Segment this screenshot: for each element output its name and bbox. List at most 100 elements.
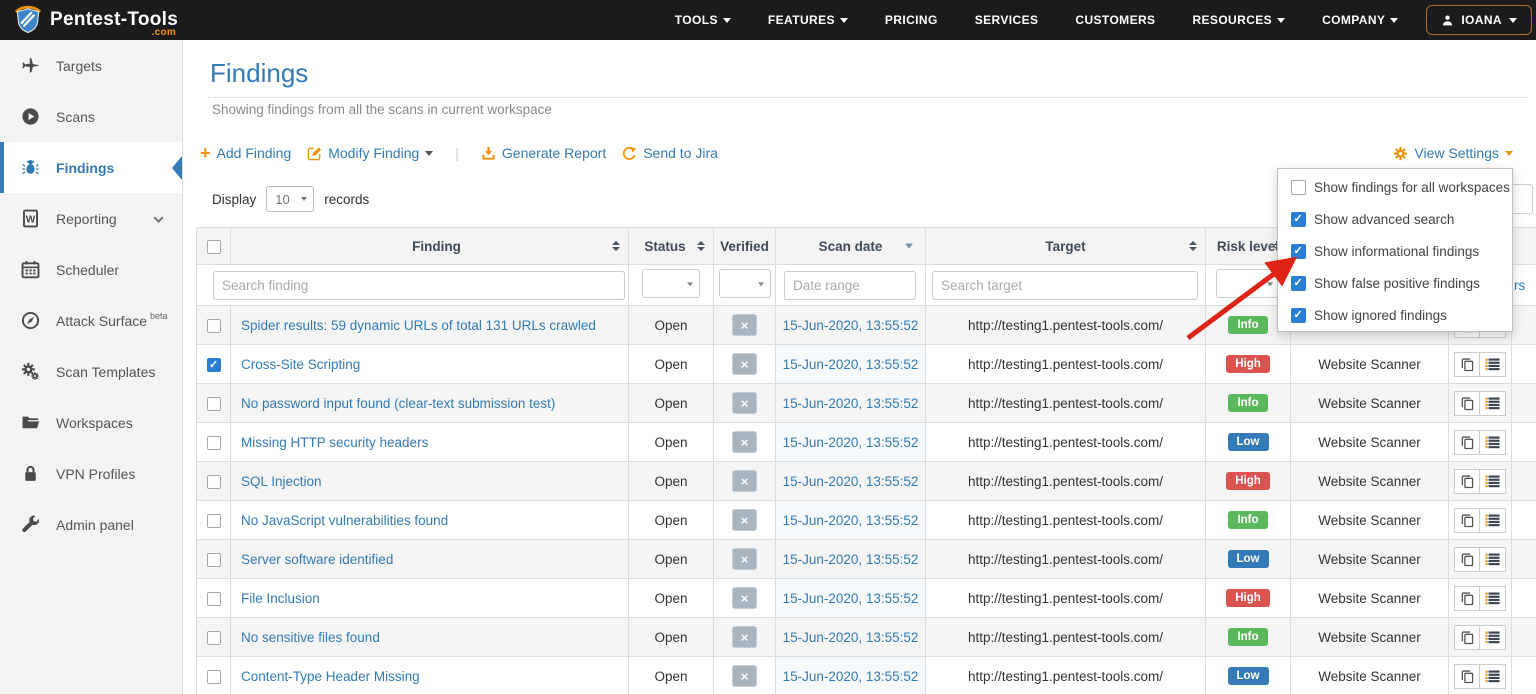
verified-x-button[interactable]: ×	[732, 314, 757, 336]
nav-features[interactable]: FEATURES	[768, 13, 848, 27]
scan-date-link[interactable]: 15-Jun-2020, 13:55:52	[783, 513, 919, 528]
row-checkbox[interactable]	[207, 553, 221, 567]
verified-x-button[interactable]: ×	[732, 392, 757, 414]
details-list-button[interactable]	[1480, 391, 1506, 416]
sidebar-item-workspaces[interactable]: Workspaces	[0, 397, 182, 448]
menu-item-show-false-positive-findings[interactable]: Show false positive findings	[1278, 267, 1512, 299]
add-finding-button[interactable]: + Add Finding	[200, 145, 291, 161]
finding-link[interactable]: Cross-Site Scripting	[241, 357, 360, 372]
copy-button[interactable]	[1454, 586, 1480, 611]
row-checkbox[interactable]	[207, 592, 221, 606]
scan-date-link[interactable]: 15-Jun-2020, 13:55:52	[783, 435, 919, 450]
sidebar-item-scheduler[interactable]: Scheduler	[0, 244, 182, 295]
date-range-input[interactable]	[784, 271, 916, 300]
verified-x-button[interactable]: ×	[732, 470, 757, 492]
menu-item-checkbox[interactable]	[1291, 308, 1306, 323]
details-list-button[interactable]	[1480, 352, 1506, 377]
nav-company[interactable]: COMPANY	[1322, 13, 1398, 27]
scan-date-link[interactable]: 15-Jun-2020, 13:55:52	[783, 318, 919, 333]
select-all-checkbox[interactable]	[207, 240, 221, 254]
nav-resources[interactable]: RESOURCES	[1192, 13, 1285, 27]
copy-button[interactable]	[1454, 508, 1480, 533]
menu-item-show-informational-findings[interactable]: Show informational findings	[1278, 235, 1512, 267]
verified-x-button[interactable]: ×	[732, 509, 757, 531]
finding-link[interactable]: Content-Type Header Missing	[241, 669, 420, 684]
copy-button[interactable]	[1454, 469, 1480, 494]
row-checkbox[interactable]	[207, 670, 221, 684]
nav-tools[interactable]: TOOLS	[675, 13, 731, 27]
send-to-jira-button[interactable]: Send to Jira	[622, 145, 718, 161]
scan-date-link[interactable]: 15-Jun-2020, 13:55:52	[783, 630, 919, 645]
details-list-button[interactable]	[1480, 469, 1506, 494]
row-checkbox[interactable]	[207, 358, 221, 372]
menu-item-show-ignored-findings[interactable]: Show ignored findings	[1278, 299, 1512, 331]
scan-date-link[interactable]: 15-Jun-2020, 13:55:52	[783, 357, 919, 372]
scan-date-link[interactable]: 15-Jun-2020, 13:55:52	[783, 669, 919, 684]
menu-item-show-findings-for-all-workspaces[interactable]: Show findings for all workspaces	[1278, 171, 1512, 203]
search-finding-input[interactable]	[213, 271, 625, 300]
column-header-target[interactable]: Target	[926, 228, 1206, 265]
verified-x-button[interactable]: ×	[732, 353, 757, 375]
sidebar-item-scan-templates[interactable]: Scan Templates	[0, 346, 182, 397]
menu-item-checkbox[interactable]	[1291, 244, 1306, 259]
finding-link[interactable]: Missing HTTP security headers	[241, 435, 428, 450]
row-checkbox[interactable]	[207, 319, 221, 333]
view-settings-button[interactable]: View Settings	[1393, 145, 1513, 161]
modify-finding-button[interactable]: Modify Finding	[307, 145, 433, 161]
status-filter-select[interactable]	[642, 269, 700, 298]
brand-logo[interactable]: Pentest-Tools.com	[0, 5, 178, 35]
finding-link[interactable]: Spider results: 59 dynamic URLs of total…	[241, 318, 596, 333]
copy-button[interactable]	[1454, 352, 1480, 377]
menu-item-checkbox[interactable]	[1291, 276, 1306, 291]
details-list-button[interactable]	[1480, 547, 1506, 572]
nav-customers[interactable]: CUSTOMERS	[1075, 13, 1155, 27]
copy-button[interactable]	[1454, 664, 1480, 689]
nav-pricing[interactable]: PRICING	[885, 13, 938, 27]
details-list-button[interactable]	[1480, 664, 1506, 689]
column-header-finding[interactable]: Finding	[231, 228, 629, 265]
row-checkbox[interactable]	[207, 475, 221, 489]
details-list-button[interactable]	[1480, 586, 1506, 611]
row-checkbox[interactable]	[207, 397, 221, 411]
sidebar-item-scans[interactable]: Scans	[0, 91, 182, 142]
copy-button[interactable]	[1454, 625, 1480, 650]
records-per-page-select[interactable]: 10	[266, 186, 314, 212]
finding-link[interactable]: SQL Injection	[241, 474, 322, 489]
column-header-verified[interactable]: Verified	[714, 228, 776, 265]
column-header-status[interactable]: Status	[629, 228, 714, 265]
scan-date-link[interactable]: 15-Jun-2020, 13:55:52	[783, 591, 919, 606]
verified-x-button[interactable]: ×	[732, 431, 757, 453]
verified-x-button[interactable]: ×	[732, 626, 757, 648]
clear-filters-link-partial[interactable]: rs	[1514, 278, 1525, 293]
search-target-input[interactable]	[932, 271, 1198, 300]
finding-link[interactable]: Server software identified	[241, 552, 393, 567]
menu-item-show-advanced-search[interactable]: Show advanced search	[1278, 203, 1512, 235]
row-checkbox[interactable]	[207, 436, 221, 450]
sidebar-item-targets[interactable]: Targets	[0, 40, 182, 91]
details-list-button[interactable]	[1480, 430, 1506, 455]
verified-x-button[interactable]: ×	[732, 587, 757, 609]
sidebar-item-vpn-profiles[interactable]: VPN Profiles	[0, 448, 182, 499]
sidebar-item-reporting[interactable]: WReporting	[0, 193, 182, 244]
finding-link[interactable]: No password input found (clear-text subm…	[241, 396, 555, 411]
row-checkbox[interactable]	[207, 631, 221, 645]
verified-x-button[interactable]: ×	[732, 548, 757, 570]
details-list-button[interactable]	[1480, 625, 1506, 650]
column-header-scan-date[interactable]: Scan date	[776, 228, 926, 265]
menu-item-checkbox[interactable]	[1291, 180, 1306, 195]
verified-x-button[interactable]: ×	[732, 665, 757, 687]
finding-link[interactable]: No JavaScript vulnerabilities found	[241, 513, 448, 528]
user-menu-button[interactable]: IOANA	[1426, 5, 1532, 35]
finding-link[interactable]: No sensitive files found	[241, 630, 380, 645]
menu-item-checkbox[interactable]	[1291, 212, 1306, 227]
scan-date-link[interactable]: 15-Jun-2020, 13:55:52	[783, 396, 919, 411]
verified-filter-select[interactable]	[719, 269, 771, 298]
nav-services[interactable]: SERVICES	[975, 13, 1039, 27]
sidebar-item-findings[interactable]: Findings	[0, 142, 182, 193]
row-checkbox[interactable]	[207, 514, 221, 528]
details-list-button[interactable]	[1480, 508, 1506, 533]
sidebar-item-attack-surface[interactable]: Attack Surfacebeta	[0, 295, 182, 346]
finding-link[interactable]: File Inclusion	[241, 591, 320, 606]
copy-button[interactable]	[1454, 547, 1480, 572]
scan-date-link[interactable]: 15-Jun-2020, 13:55:52	[783, 552, 919, 567]
